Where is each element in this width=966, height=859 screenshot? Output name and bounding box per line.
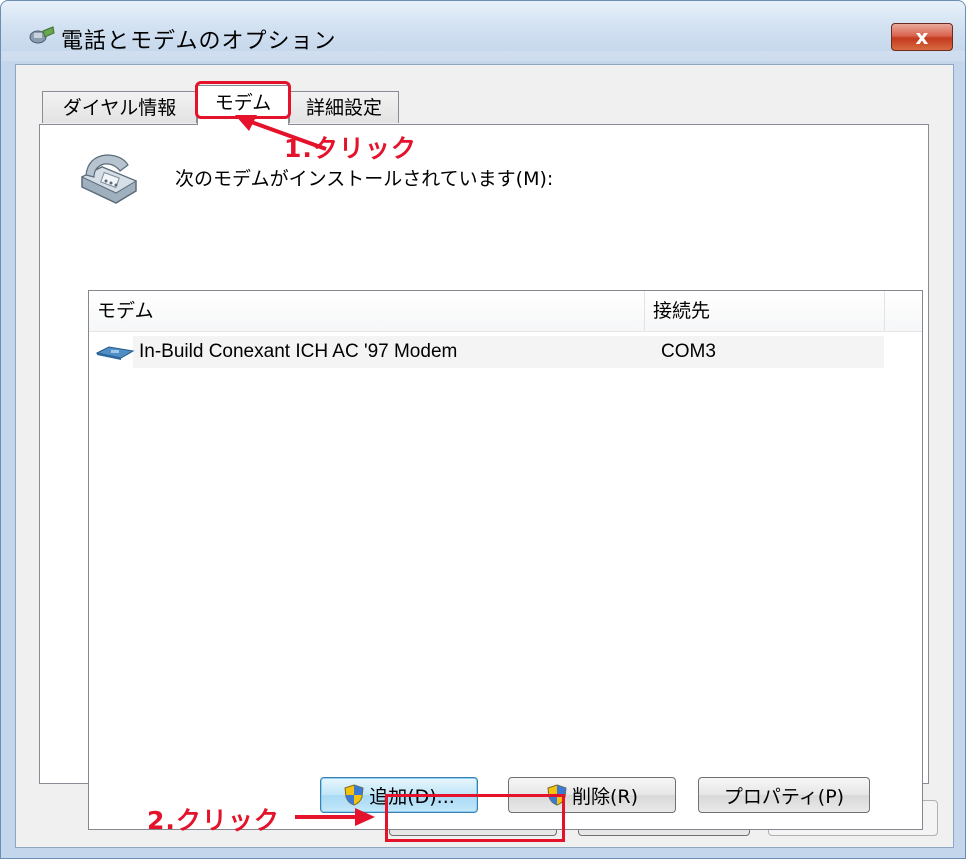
modem-name-cell: In-Build Conexant ICH AC '97 Modem [139, 341, 458, 362]
step1-annotation: 1.クリック [284, 134, 417, 163]
title-bar: 電話とモデムのオプション x [1, 1, 965, 54]
list-item[interactable]: In-Build Conexant ICH AC '97 Modem COM3 [89, 335, 884, 369]
ok-button-highlight [385, 794, 565, 842]
tab-dialing-rules[interactable]: ダイヤル情報 [42, 91, 197, 123]
step2-annotation: 2.クリック [147, 806, 280, 835]
attached-to-cell: COM3 [661, 341, 716, 362]
close-button[interactable]: x [891, 23, 953, 51]
phone-modem-icon [29, 26, 55, 44]
installed-modems-label: 次のモデムがインストールされています(M): [175, 168, 554, 190]
shield-icon [344, 784, 364, 806]
column-header-attached-to[interactable]: 接続先 [645, 291, 885, 331]
annotation-arrow-icon [295, 808, 375, 826]
telephone-icon [80, 154, 138, 204]
list-header: モデム 接続先 [89, 291, 922, 332]
modems-list[interactable]: モデム 接続先 In-Build Conexant ICH AC '97 Mod… [88, 290, 923, 830]
column-header-modem[interactable]: モデム [89, 291, 645, 331]
remove-button-label: 削除(R) [571, 785, 639, 808]
window-title: 電話とモデムのオプション [61, 29, 337, 54]
modem-icon [95, 346, 135, 360]
modems-panel: 次のモデムがインストールされています(M): モデム 接続先 In-Build … [39, 124, 929, 830]
properties-button[interactable]: プロパティ(P) [698, 777, 870, 813]
dialog-client-area: ダイヤル情報 モデム 詳細設定 次のモデムがインストールされています(M): モ… [15, 64, 954, 848]
dialog-window: 電話とモデムのオプション x ダイヤル情報 モデム 詳細設定 次のモデムがインス… [0, 0, 966, 859]
close-icon: x [915, 25, 929, 49]
